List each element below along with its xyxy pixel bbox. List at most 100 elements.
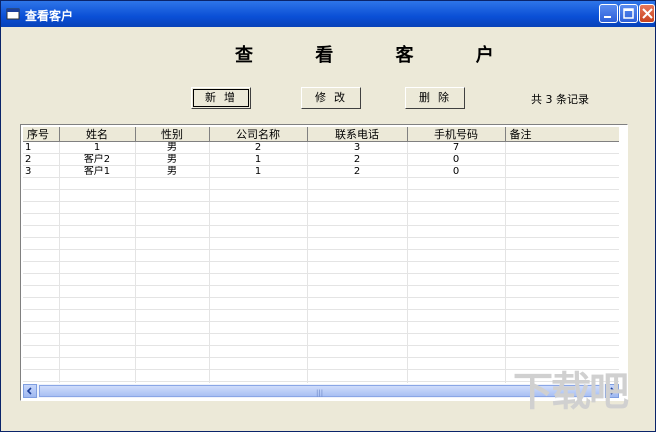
cell-phone: 2 (307, 165, 408, 178)
empty-cell (135, 357, 210, 370)
cell-mobile: 0 (407, 165, 506, 178)
col-header-mobile[interactable]: 手机号码 (407, 127, 506, 142)
empty-cell (23, 189, 60, 202)
empty-row (23, 225, 619, 238)
empty-cell (59, 189, 136, 202)
empty-cell (135, 333, 210, 346)
cell-mobile: 7 (407, 141, 506, 154)
empty-cell (23, 213, 60, 226)
cell-name: 1 (59, 141, 136, 154)
empty-row (23, 285, 619, 298)
scroll-left-button[interactable] (23, 384, 37, 398)
col-header-name[interactable]: 姓名 (59, 127, 136, 142)
cell-company: 1 (209, 153, 308, 166)
edit-button[interactable]: 修改 (301, 87, 361, 109)
empty-cell (407, 321, 506, 334)
empty-cell (209, 237, 308, 250)
empty-cell (209, 381, 308, 383)
empty-row (23, 309, 619, 322)
empty-cell (407, 285, 506, 298)
empty-cell (23, 345, 60, 358)
empty-cell (505, 261, 619, 274)
empty-row (23, 189, 619, 202)
table-row[interactable]: 3 客户1 男 1 2 0 (23, 165, 619, 178)
empty-cell (307, 297, 408, 310)
empty-cell (59, 345, 136, 358)
customer-window: 查看客户 查 看 客 户 新增 修改 删除 共 3 条记录 序号 姓名 性别 公… (0, 0, 656, 432)
delete-button[interactable]: 删除 (405, 87, 465, 109)
empty-cell (59, 321, 136, 334)
close-icon (642, 8, 653, 19)
empty-cell (407, 357, 506, 370)
empty-cell (505, 177, 619, 190)
empty-row (23, 345, 619, 358)
empty-cell (307, 201, 408, 214)
empty-cell (209, 357, 308, 370)
table-row[interactable]: 2 客户2 男 1 2 0 (23, 153, 619, 166)
cell-notes (505, 141, 619, 154)
empty-cell (505, 201, 619, 214)
cell-company: 2 (209, 141, 308, 154)
empty-cell (307, 345, 408, 358)
empty-cell (135, 285, 210, 298)
empty-cell (307, 357, 408, 370)
empty-cell (307, 321, 408, 334)
col-header-notes[interactable]: 备注 (505, 127, 619, 142)
col-header-phone[interactable]: 联系电话 (307, 127, 408, 142)
empty-cell (23, 333, 60, 346)
empty-cell (135, 381, 210, 383)
empty-cell (209, 369, 308, 382)
empty-cell (307, 273, 408, 286)
empty-cell (23, 261, 60, 274)
empty-row (23, 321, 619, 334)
maximize-button[interactable] (619, 4, 638, 23)
empty-cell (505, 345, 619, 358)
empty-cell (307, 369, 408, 382)
col-header-index[interactable]: 序号 (23, 127, 60, 142)
empty-cell (505, 285, 619, 298)
empty-cell (135, 309, 210, 322)
grid-header-row: 序号 姓名 性别 公司名称 联系电话 手机号码 备注 (23, 127, 619, 142)
empty-cell (135, 189, 210, 202)
col-header-gender[interactable]: 性别 (135, 127, 210, 142)
empty-cell (59, 333, 136, 346)
empty-cell (23, 369, 60, 382)
empty-cell (209, 285, 308, 298)
empty-cell (407, 237, 506, 250)
empty-cell (407, 297, 506, 310)
empty-cell (307, 381, 408, 383)
empty-row (23, 333, 619, 346)
minimize-button[interactable] (599, 4, 618, 23)
cell-name: 客户1 (59, 165, 136, 178)
grip-icon: ||| (316, 389, 324, 397)
title-bar[interactable]: 查看客户 (1, 1, 655, 27)
empty-cell (407, 261, 506, 274)
add-button[interactable]: 新增 (191, 87, 251, 109)
empty-row (23, 237, 619, 250)
empty-cell (209, 345, 308, 358)
empty-cell (209, 333, 308, 346)
empty-cell (505, 321, 619, 334)
empty-cell (407, 189, 506, 202)
empty-cell (505, 249, 619, 262)
empty-cell (407, 333, 506, 346)
empty-cell (307, 309, 408, 322)
empty-cell (135, 273, 210, 286)
empty-cell (23, 237, 60, 250)
empty-cell (407, 273, 506, 286)
empty-cell (135, 213, 210, 226)
cell-mobile: 0 (407, 153, 506, 166)
empty-cell (407, 201, 506, 214)
empty-cell (23, 381, 60, 383)
empty-cell (23, 297, 60, 310)
cell-index: 2 (23, 153, 60, 166)
close-button[interactable] (639, 4, 655, 23)
maximize-icon (623, 8, 634, 19)
col-header-company[interactable]: 公司名称 (209, 127, 308, 142)
empty-cell (135, 297, 210, 310)
empty-cell (59, 177, 136, 190)
cell-gender: 男 (135, 141, 210, 154)
empty-cell (135, 345, 210, 358)
empty-cell (23, 249, 60, 262)
table-row[interactable]: 1 1 男 2 3 7 (23, 141, 619, 154)
